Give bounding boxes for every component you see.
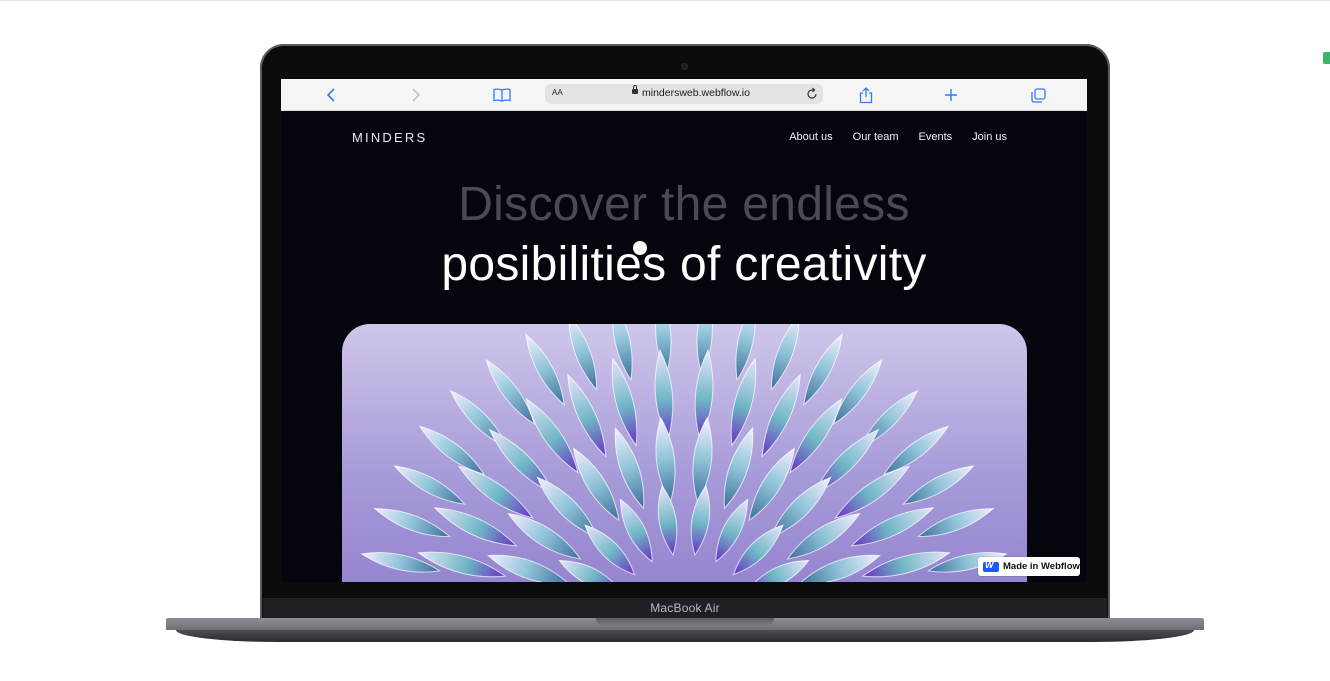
plus-icon xyxy=(945,89,957,101)
crystal-petal xyxy=(730,357,757,447)
address-bar[interactable]: AA mindersweb.webflow.io xyxy=(545,84,823,104)
nav-join-us[interactable]: Join us xyxy=(972,131,1007,143)
laptop-mockup: AA mindersweb.webflow.io MINDERS About u… xyxy=(0,0,1330,681)
browser-toolbar: AA mindersweb.webflow.io xyxy=(281,79,1087,111)
tabs-button[interactable] xyxy=(1028,85,1048,105)
nav-links: About us Our team Events Join us xyxy=(789,131,1007,143)
share-icon xyxy=(859,86,873,103)
custom-cursor xyxy=(633,241,647,255)
reload-icon[interactable] xyxy=(805,87,819,101)
laptop-hinge-notch xyxy=(596,618,774,626)
crystal-petal xyxy=(611,357,638,447)
crystal-petal xyxy=(902,465,975,505)
made-in-webflow-badge[interactable]: Made in Webflow xyxy=(978,557,1080,576)
crystal-petal xyxy=(568,324,598,392)
crystal-petal xyxy=(803,333,843,406)
new-tab-button[interactable] xyxy=(941,85,961,105)
nav-our-team[interactable]: Our team xyxy=(853,131,899,143)
crystal-petal xyxy=(861,551,951,578)
tabs-icon xyxy=(1030,87,1046,103)
hero-headline-line2: posibilities of creativity xyxy=(441,238,927,291)
nav-about-us[interactable]: About us xyxy=(789,131,832,143)
site-logo[interactable]: MINDERS xyxy=(352,130,427,145)
laptop-screen: AA mindersweb.webflow.io MINDERS About u… xyxy=(281,79,1087,582)
book-icon xyxy=(493,88,511,102)
crystal-petal xyxy=(723,426,754,510)
crystal-petal xyxy=(418,425,486,476)
crystal-petal xyxy=(770,324,800,392)
bookmarks-button[interactable] xyxy=(492,85,512,105)
crystal-flower-illustration xyxy=(360,324,1008,582)
crystal-petal xyxy=(393,465,466,505)
device-label: MacBook Air xyxy=(650,601,720,615)
crystal-petal xyxy=(832,358,883,426)
chevron-left-icon xyxy=(326,88,335,102)
share-button[interactable] xyxy=(856,85,876,105)
hero-image xyxy=(342,324,1027,582)
url-text: mindersweb.webflow.io xyxy=(642,87,750,99)
webflow-logo-icon xyxy=(983,560,999,572)
nav-events[interactable]: Events xyxy=(919,131,953,143)
text-size-button[interactable]: AA xyxy=(552,87,563,98)
crystal-petal xyxy=(614,426,645,510)
camera-icon xyxy=(682,64,687,69)
site-navbar: MINDERS About us Our team Events Join us xyxy=(281,110,1087,162)
back-button[interactable] xyxy=(321,85,341,105)
forward-button[interactable] xyxy=(406,85,426,105)
crystal-petal xyxy=(360,552,442,573)
crystal-petal xyxy=(417,551,507,578)
laptop-base-lip xyxy=(176,630,1194,642)
hero-headline-line1: Discover the endless xyxy=(458,178,910,231)
crystal-petal xyxy=(882,425,950,476)
crystal-petal xyxy=(525,333,565,406)
crystal-petal xyxy=(485,358,536,426)
chevron-right-icon xyxy=(412,88,421,102)
lock-icon xyxy=(632,85,638,94)
webflow-badge-label: Made in Webflow xyxy=(1003,561,1080,572)
